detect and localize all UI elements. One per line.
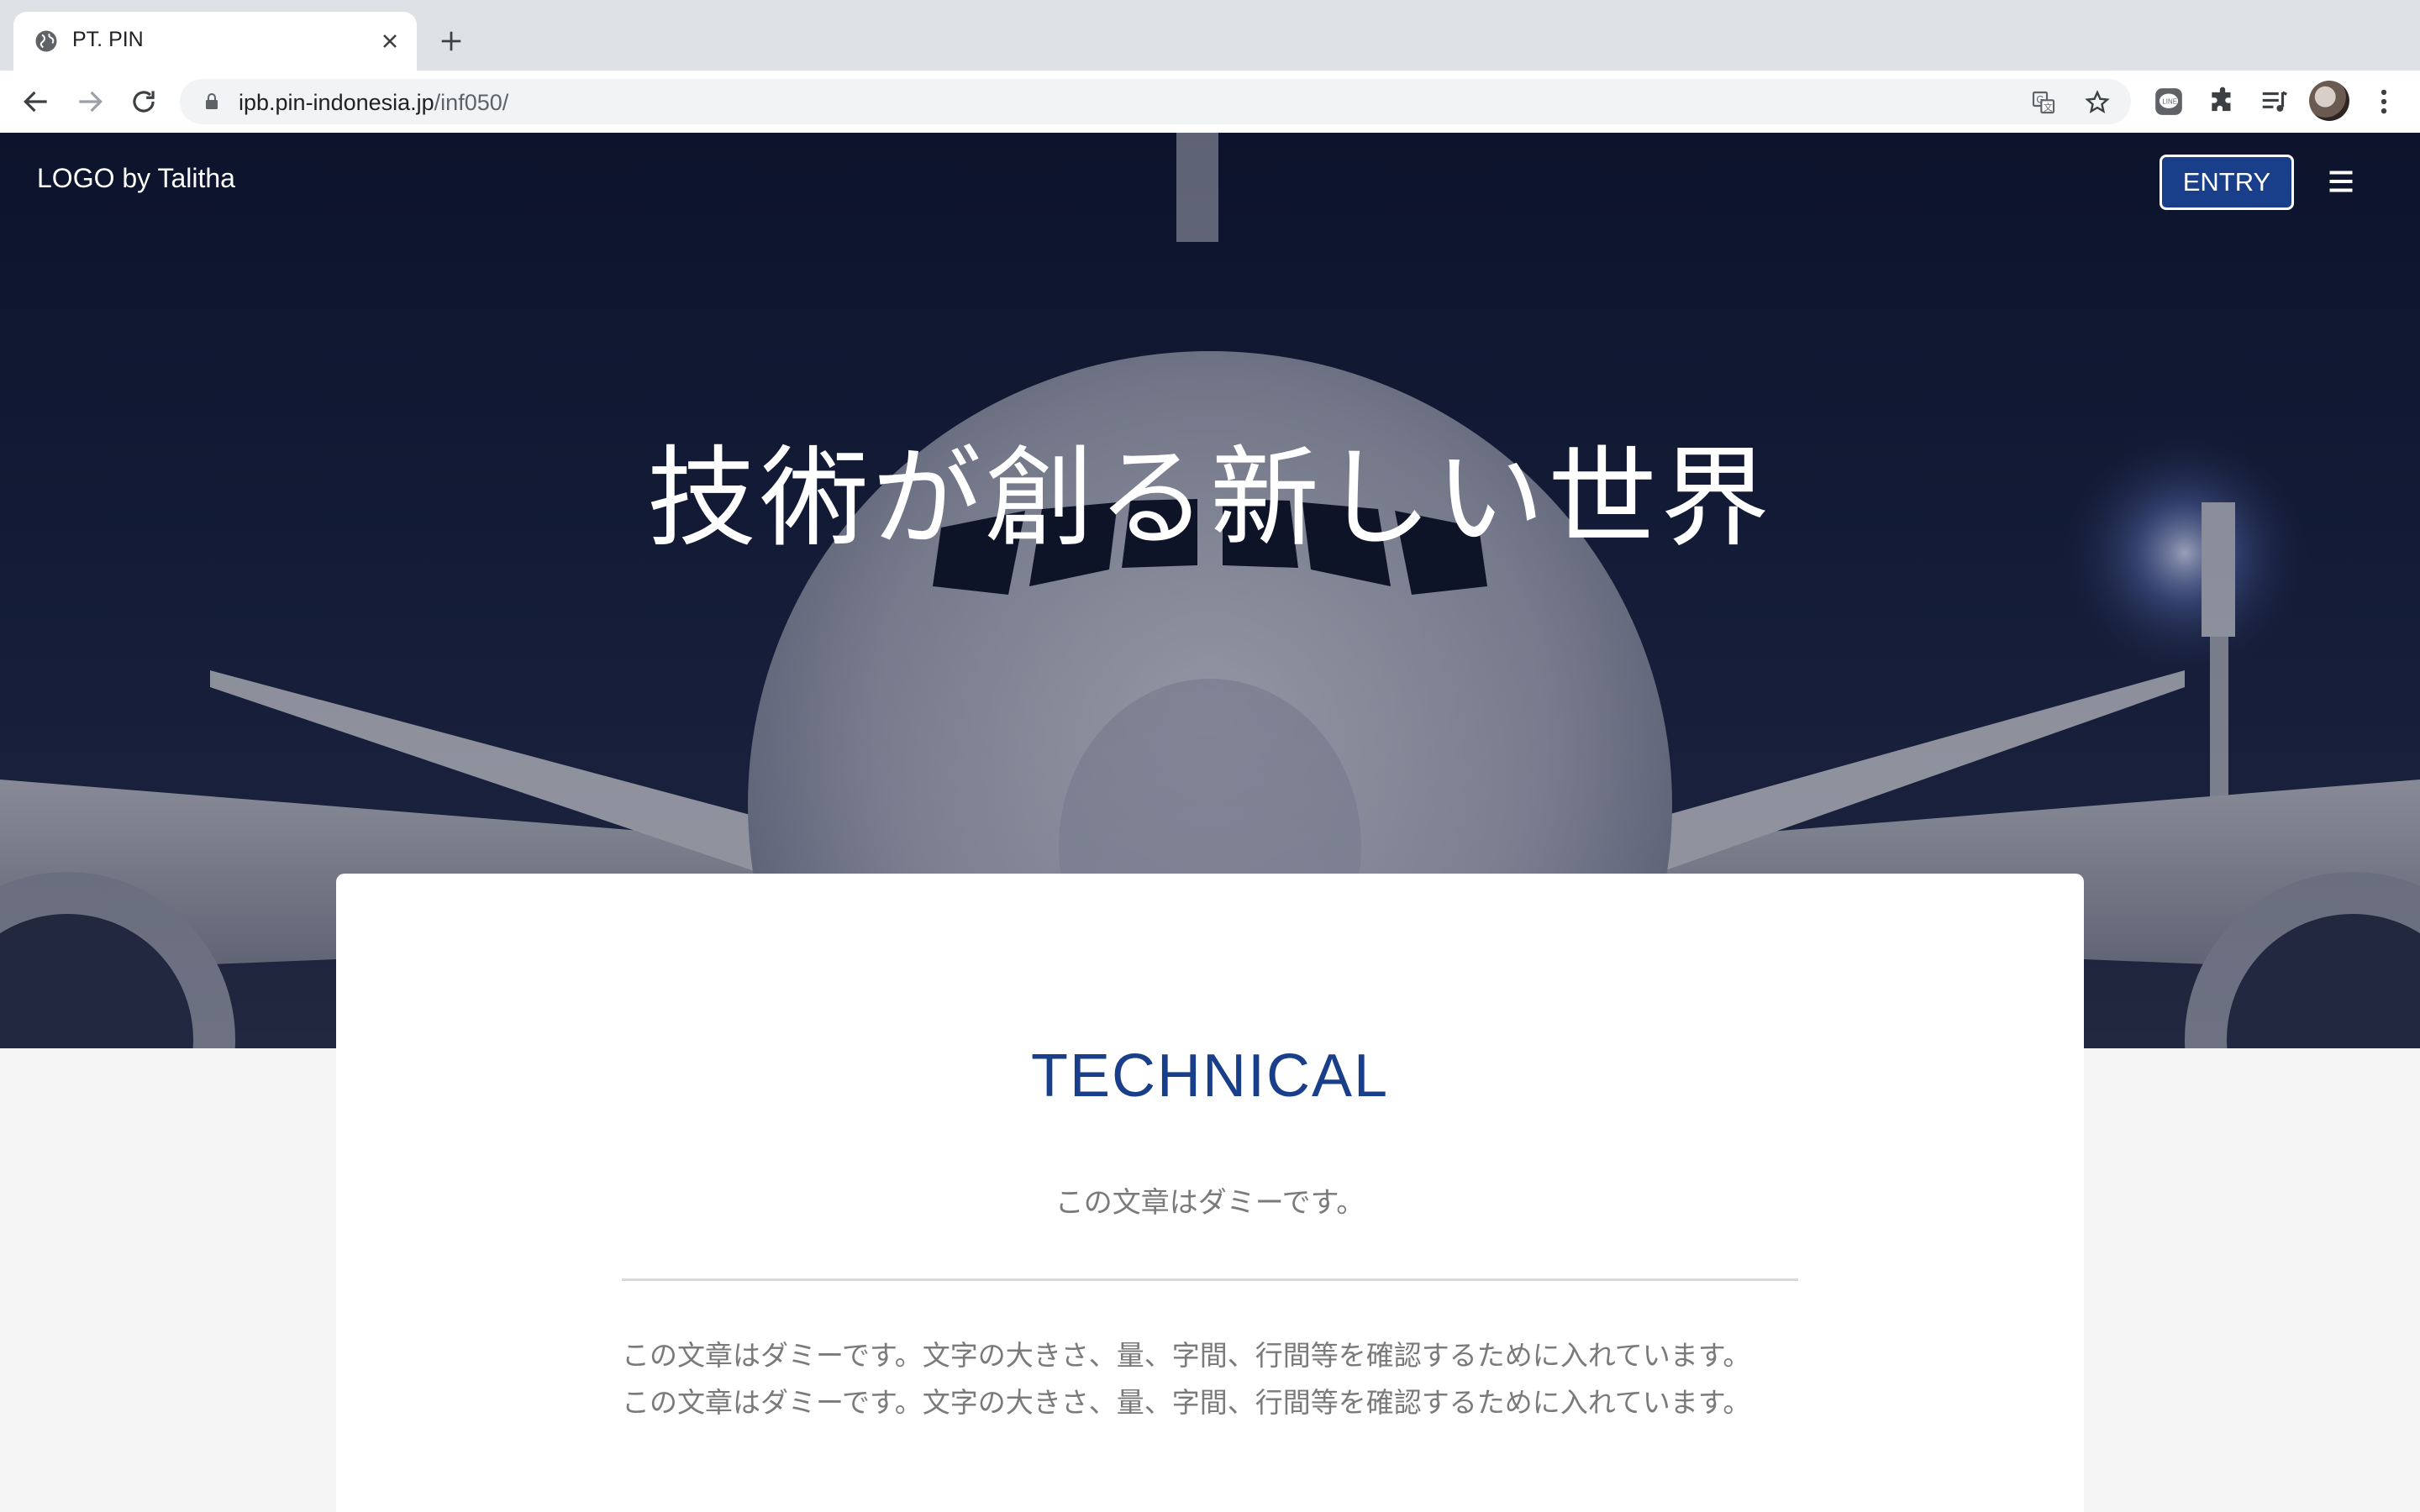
back-arrow-icon[interactable] — [20, 86, 52, 118]
svg-text:LINE: LINE — [2162, 98, 2177, 106]
site-logo[interactable]: LOGO by Talitha — [37, 163, 235, 194]
new-tab-icon[interactable] — [439, 29, 464, 54]
lock-icon[interactable] — [202, 92, 222, 112]
address-bar[interactable]: ipb.pin-indonesia.jp/inf050/ G 文 — [180, 79, 2131, 124]
close-icon[interactable] — [378, 29, 402, 53]
more-vertical-icon[interactable] — [2368, 86, 2400, 118]
tab-title: PT. PIN — [72, 28, 144, 51]
section-subtitle: この文章はダミーです。 — [1055, 1186, 1365, 1220]
extensions-puzzle-icon[interactable] — [2207, 86, 2238, 118]
reload-icon[interactable] — [128, 86, 160, 118]
profile-avatar[interactable] — [2309, 81, 2349, 121]
bookmark-star-icon[interactable] — [2084, 89, 2111, 116]
browser-tab[interactable]: PT. PIN — [13, 12, 417, 71]
svg-text:文: 文 — [2044, 102, 2053, 113]
divider — [622, 1278, 1798, 1281]
translate-icon[interactable]: G 文 — [2030, 89, 2057, 116]
entry-button[interactable]: ENTRY — [2160, 155, 2294, 210]
section-body: この文章はダミーです。文字の大きさ、量、字間、行間等を確認するために入れています… — [622, 1332, 1815, 1426]
section-title: TECHNICAL — [1030, 1042, 1390, 1110]
body-line: この文章はダミーです。文字の大きさ、量、字間、行間等を確認するために入れています… — [622, 1339, 1751, 1372]
forward-arrow-icon[interactable] — [74, 86, 106, 118]
media-playlist-icon[interactable] — [2259, 86, 2291, 118]
body-line: この文章はダミーです。文字の大きさ、量、字間、行間等を確認するために入れています… — [622, 1386, 1751, 1419]
line-extension-icon[interactable]: LINE — [2153, 86, 2185, 118]
tab-strip: PT. PIN — [0, 0, 2420, 71]
url-text[interactable]: ipb.pin-indonesia.jp/inf050/ — [239, 90, 508, 116]
content-card: TECHNICAL この文章はダミーです。 この文章はダミーです。文字の大きさ、… — [336, 874, 2084, 1512]
page-viewport: LOGO by Talitha ENTRY 技術が創る新しい世界 TECHNIC… — [0, 133, 2420, 1512]
hamburger-menu-icon[interactable] — [2326, 166, 2356, 197]
hero-title: 技術が創る新しい世界 — [646, 434, 1773, 562]
globe-icon — [35, 30, 57, 52]
browser-toolbar: ipb.pin-indonesia.jp/inf050/ G 文 LINE — [0, 71, 2420, 134]
